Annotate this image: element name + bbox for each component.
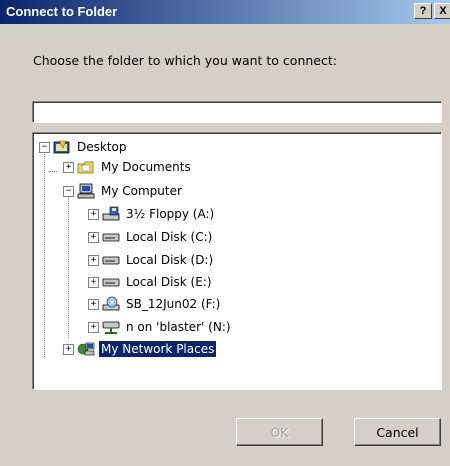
close-button[interactable]: X (434, 3, 450, 19)
tree-item-label: Local Disk (D:) (126, 253, 214, 267)
tree-item-label: Desktop (77, 140, 127, 154)
tree-line (49, 171, 57, 172)
expand-toggle[interactable]: + (88, 231, 99, 243)
tree-line (44, 151, 45, 357)
hard-disk-icon (102, 229, 120, 245)
expand-toggle[interactable]: + (88, 254, 99, 266)
tree-item-label: n on 'blaster' (N:) (126, 320, 231, 334)
tree-item-label: My Network Places (99, 341, 217, 357)
tree-item-my-network-places[interactable]: + My Network Places (63, 339, 217, 359)
tree-line (68, 192, 69, 338)
my-documents-icon (77, 159, 95, 175)
folder-tree[interactable]: − Desktop + My Documents − My Computer + (32, 132, 442, 390)
floppy-drive-icon (102, 206, 120, 222)
expand-toggle[interactable]: + (63, 161, 74, 173)
tree-item-label: Local Disk (C:) (126, 230, 213, 244)
expand-toggle[interactable]: + (88, 298, 99, 310)
tree-item-label: My Computer (101, 184, 182, 198)
collapse-toggle[interactable]: − (39, 141, 50, 153)
tree-item-label: 3½ Floppy (A:) (126, 207, 215, 221)
tree-item-my-documents[interactable]: + My Documents (63, 157, 193, 177)
my-computer-icon (77, 183, 95, 199)
expand-toggle[interactable]: + (63, 343, 74, 355)
network-drive-icon (102, 319, 120, 335)
tree-item-my-computer[interactable]: − My Computer (63, 181, 184, 201)
tree-item-label: My Documents (101, 160, 191, 174)
tree-item-local-disk-d[interactable]: + Local Disk (D:) (88, 250, 215, 270)
tree-item-label: Local Disk (E:) (126, 275, 212, 289)
expand-toggle[interactable]: + (88, 276, 99, 288)
tree-item-local-disk-e[interactable]: + Local Disk (E:) (88, 272, 214, 292)
expand-toggle[interactable]: + (88, 208, 99, 220)
cancel-button[interactable]: Cancel (354, 418, 441, 446)
tree-item-desktop[interactable]: − Desktop (39, 137, 129, 157)
tree-item-network-drive-n[interactable]: + n on 'blaster' (N:) (88, 317, 233, 337)
network-places-icon (77, 341, 95, 357)
collapse-toggle[interactable]: − (63, 185, 74, 197)
tree-item-cd-f[interactable]: + SB_12Jun02 (F:) (88, 294, 222, 314)
dialog-title: Connect to Folder (6, 4, 118, 19)
tree-item-local-disk-c[interactable]: + Local Disk (C:) (88, 227, 214, 247)
title-bar[interactable]: Connect to Folder ? X (0, 0, 450, 24)
connect-to-folder-dialog: Connect to Folder ? X Choose the folder … (0, 0, 450, 466)
cd-drive-icon (102, 296, 120, 312)
hard-disk-icon (102, 274, 120, 290)
folder-path-input[interactable] (32, 101, 442, 123)
help-button[interactable]: ? (414, 3, 432, 19)
hard-disk-icon (102, 252, 120, 268)
tree-item-floppy-a[interactable]: + 3½ Floppy (A:) (88, 204, 216, 224)
ok-button[interactable]: OK (236, 418, 323, 446)
instruction-text: Choose the folder to which you want to c… (33, 53, 337, 68)
tree-item-label: SB_12Jun02 (F:) (126, 297, 221, 311)
desktop-icon (53, 139, 71, 155)
expand-toggle[interactable]: + (88, 321, 99, 333)
